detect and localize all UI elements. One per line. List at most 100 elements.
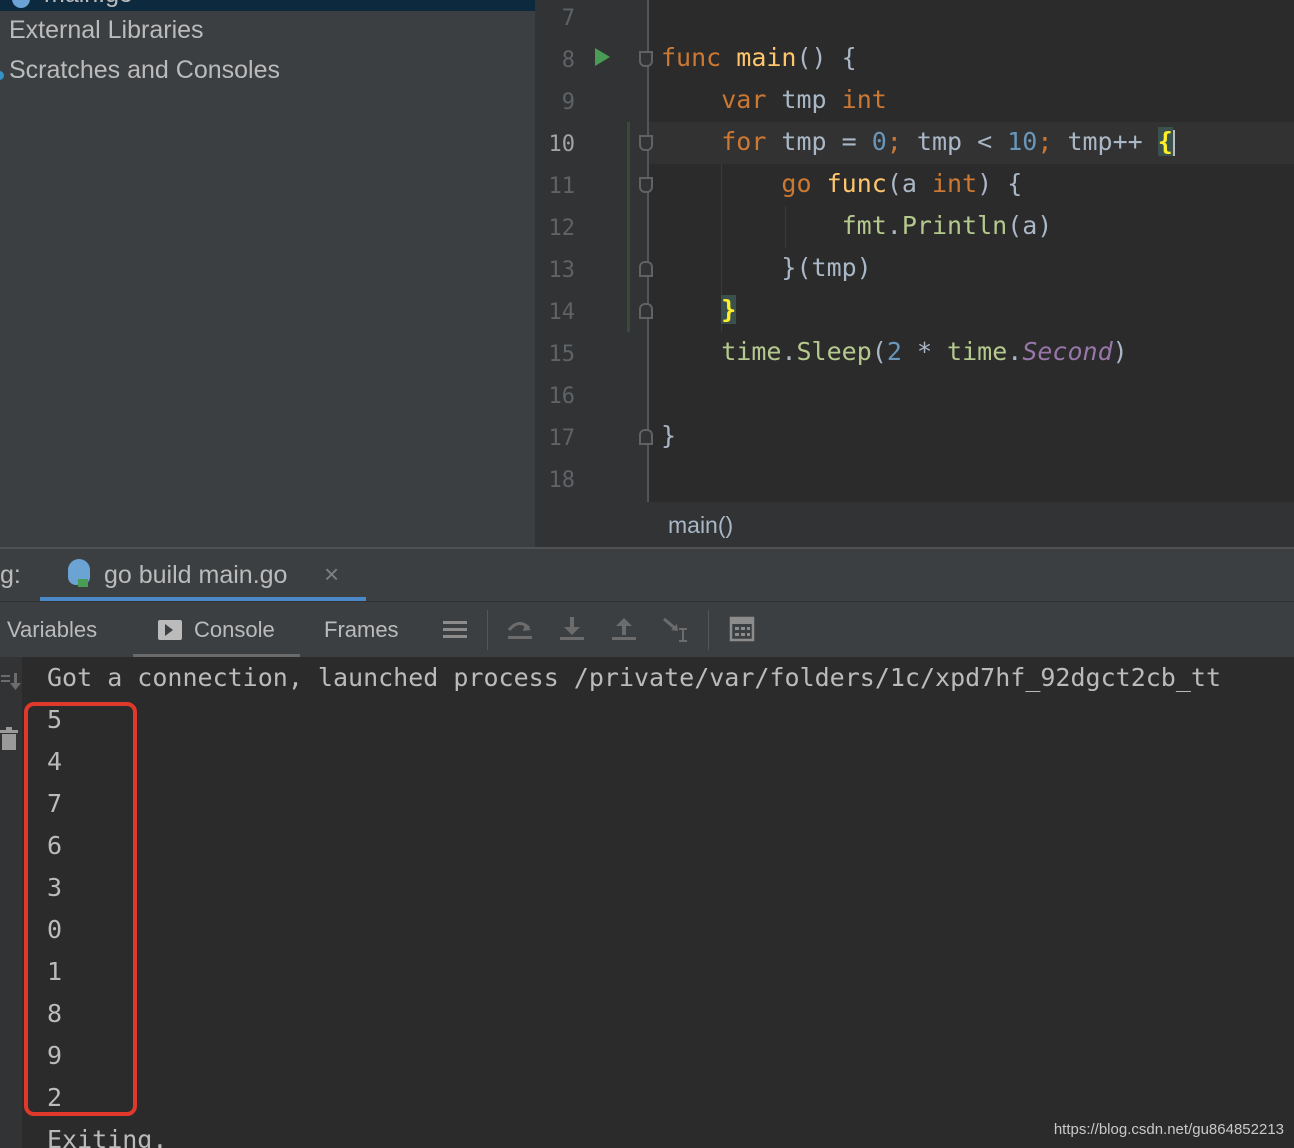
fold-open-icon[interactable] — [639, 135, 653, 151]
tree-item-main-go[interactable]: main.go — [0, 0, 535, 11]
keyword: var — [721, 85, 767, 114]
code-text: . — [886, 211, 902, 240]
method-call: Println — [901, 211, 1008, 240]
package-name: fmt — [841, 211, 887, 240]
line-number: 12 — [548, 216, 576, 241]
line-number: 13 — [548, 258, 576, 283]
vcs-change-marker — [627, 122, 630, 332]
method-call: Sleep — [796, 337, 872, 366]
fold-close-icon[interactable] — [639, 429, 653, 445]
code-text: * — [901, 337, 948, 366]
code-line-15: time.Sleep(2 * time.Second) — [661, 337, 1128, 366]
text-cursor — [1172, 130, 1175, 156]
package-name: time — [721, 337, 782, 366]
tool-window-label: g: — [0, 561, 21, 589]
close-icon[interactable]: × — [324, 559, 339, 590]
tab-variables[interactable]: Variables — [7, 617, 97, 643]
fold-open-icon[interactable] — [639, 51, 653, 67]
keyword: func — [661, 43, 722, 72]
keyword: go — [781, 169, 812, 198]
function-keyword: func — [826, 169, 887, 198]
console-line: Got a connection, launched process /priv… — [47, 663, 1221, 692]
keyword: for — [721, 127, 767, 156]
line-number-current: 10 — [548, 132, 576, 157]
line-number: 17 — [548, 426, 576, 451]
matched-brace: { — [1157, 127, 1173, 156]
line-number: 18 — [548, 468, 576, 493]
code-line-17: } — [661, 421, 676, 450]
tree-item-external-libraries[interactable]: External Libraries — [9, 16, 204, 45]
code-line-10: for tmp = 0; tmp < 10; tmp++ { — [661, 127, 1175, 156]
breadcrumb-main[interactable]: main() — [668, 512, 733, 539]
fold-close-icon[interactable] — [639, 261, 653, 277]
console-line: Exiting. — [47, 1125, 168, 1148]
step-over-icon[interactable] — [505, 614, 535, 644]
number-literal: 0 — [871, 127, 887, 156]
step-into-icon[interactable] — [557, 614, 587, 644]
code-line-9: var tmp int — [661, 85, 887, 114]
code-text: } — [661, 421, 677, 450]
code-text: ) — [1112, 337, 1128, 366]
code-line-8: func main() { — [661, 43, 857, 72]
code-text: . — [1007, 337, 1023, 366]
tab-frames[interactable]: Frames — [324, 617, 399, 643]
code-text: tmp < — [901, 127, 1008, 156]
code-text: () { — [796, 43, 857, 72]
breadcrumb-bar: main() — [535, 502, 1294, 547]
code-text: tmp = — [766, 127, 872, 156]
debug-tool-window-header: g: go build main.go × — [0, 549, 1294, 601]
code-text: (a — [886, 169, 932, 198]
console-icon — [158, 620, 182, 640]
gopher-debug-icon — [68, 559, 90, 587]
watermark: https://blog.csdn.net/gu864852213 — [1053, 1121, 1284, 1138]
project-tool-window: main.go External Libraries Scratches and… — [0, 0, 535, 547]
semicolon: ; — [886, 127, 902, 156]
red-highlight-box — [24, 702, 137, 1116]
tab-console[interactable]: Console — [194, 617, 275, 643]
code-text: . — [781, 337, 797, 366]
debug-session-tab[interactable]: go build main.go × — [40, 549, 366, 601]
code-editor[interactable]: 7 8 9 10 11 12 13 14 15 16 17 18 func ma… — [535, 0, 1294, 502]
code-text: ) { — [977, 169, 1023, 198]
semicolon: ; — [1037, 127, 1053, 156]
code-text: ( — [871, 337, 887, 366]
line-number: 8 — [561, 48, 575, 73]
evaluate-icon[interactable] — [727, 614, 757, 644]
number-literal: 2 — [886, 337, 902, 366]
debug-session-tab-label: go build main.go — [104, 561, 288, 589]
fold-open-icon[interactable] — [639, 177, 653, 193]
constant-name: Second — [1022, 337, 1113, 366]
clear-all-icon[interactable] — [0, 727, 18, 751]
line-number: 16 — [548, 384, 576, 409]
toolbar-separator — [487, 610, 488, 650]
run-to-cursor-icon[interactable] — [661, 614, 691, 644]
list-icon[interactable] — [440, 614, 470, 644]
gutter-fold-line — [647, 0, 649, 502]
tree-item-main-go-label: main.go — [44, 0, 133, 9]
code-line-11: go func(a int) { — [661, 169, 1022, 198]
console-output[interactable]: Got a connection, launched process /priv… — [0, 657, 1294, 1148]
code-text: }(tmp) — [781, 253, 872, 282]
scroll-to-end-icon[interactable] — [0, 671, 22, 693]
code-line-12: fmt.Println(a) — [661, 211, 1053, 240]
code-line-14: } — [661, 295, 737, 324]
run-gutter-icon[interactable] — [595, 48, 610, 66]
debug-toolbar: Variables Console Frames — [0, 601, 1294, 658]
matched-brace: } — [721, 295, 737, 324]
number-literal: 10 — [1007, 127, 1038, 156]
type-keyword: int — [931, 169, 978, 198]
code-line-13: }(tmp) — [661, 253, 872, 282]
tree-item-scratches-and-consoles[interactable]: Scratches and Consoles — [9, 56, 280, 85]
step-out-icon[interactable] — [609, 614, 639, 644]
line-number: 7 — [561, 6, 575, 31]
code-text: tmp++ — [1052, 127, 1158, 156]
fold-close-icon[interactable] — [639, 303, 653, 319]
line-number: 15 — [548, 342, 576, 367]
scratches-icon — [0, 71, 4, 80]
toolbar-separator — [708, 610, 709, 650]
line-number: 14 — [548, 300, 576, 325]
type-keyword: int — [841, 85, 887, 114]
gopher-file-icon — [12, 0, 30, 8]
line-number: 9 — [561, 90, 575, 115]
line-number: 11 — [548, 174, 576, 199]
